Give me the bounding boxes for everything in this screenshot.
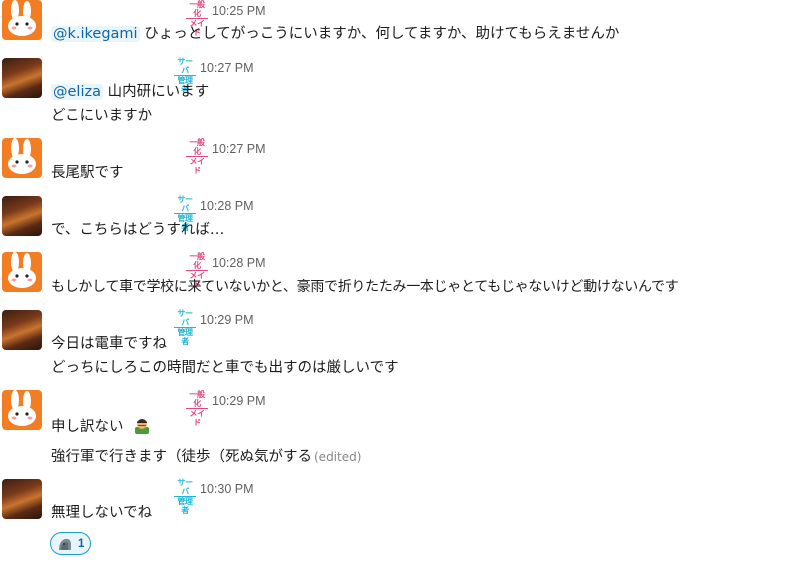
message-text: @k.ikegami ひょっとしてがっこうにいますか、何してますか、助けてもらえ… <box>51 26 620 42</box>
timestamp[interactable]: 10:28 PM <box>200 199 254 213</box>
user-badge[interactable]: サーバ 管理者 <box>174 195 196 232</box>
message-text: @eliza 山内研にいます <box>51 84 210 100</box>
photo-avatar[interactable] <box>2 479 42 519</box>
stone-statue-reaction-icon <box>59 538 71 550</box>
message-text: で、こちらはどうすれば… <box>51 222 225 238</box>
message-text: 長尾駅です <box>51 165 124 181</box>
user-mention[interactable]: @k.ikegami <box>51 26 140 42</box>
rabbit-icon <box>8 252 36 288</box>
user-badge[interactable]: サーバ 管理者 <box>174 478 196 515</box>
message-text: 無理しないでね <box>51 505 153 521</box>
photo-avatar[interactable] <box>2 310 42 350</box>
reaction-pill[interactable]: 1 <box>50 532 92 555</box>
user-badge[interactable]: 一般化 メイド <box>186 138 208 175</box>
timestamp[interactable]: 10:25 PM <box>212 4 266 18</box>
user-badge[interactable]: 一般化 メイド <box>186 0 208 37</box>
user-badge[interactable]: サーバ 管理者 <box>174 57 196 94</box>
user-badge[interactable]: 一般化 メイド <box>186 390 208 427</box>
timestamp[interactable]: 10:29 PM <box>212 394 266 408</box>
message-text: 今日は電車ですね <box>51 336 167 352</box>
edited-label: (edited) <box>314 450 362 464</box>
rabbit-icon <box>8 390 36 426</box>
rabbit-avatar[interactable] <box>2 252 42 292</box>
timestamp[interactable]: 10:27 PM <box>212 142 266 156</box>
timestamp[interactable]: 10:30 PM <box>200 482 254 496</box>
photo-avatar[interactable] <box>2 58 42 98</box>
user-mention[interactable]: @eliza <box>51 84 103 100</box>
reaction-count: 1 <box>78 537 85 550</box>
person-bowing-emoji <box>135 419 150 434</box>
photo-avatar[interactable] <box>2 196 42 236</box>
rabbit-avatar[interactable] <box>2 390 42 430</box>
rabbit-avatar[interactable] <box>2 138 42 178</box>
message-text: 強行軍で行きます（徒歩（死ぬ気がする (edited) <box>51 449 362 465</box>
message-text: 申し訳ない <box>51 415 152 437</box>
timestamp[interactable]: 10:28 PM <box>212 256 266 270</box>
message-text: どこにいますか <box>51 108 153 124</box>
message-text: どっちにしろこの時間だと車でも出すのは厳しいです <box>51 360 399 376</box>
message-text: もしかして車で学校に来ていないかと、豪雨で折りたたみ一本じゃとてもじゃないけど動… <box>51 279 679 295</box>
rabbit-icon <box>8 138 36 174</box>
timestamp[interactable]: 10:27 PM <box>200 61 254 75</box>
timestamp[interactable]: 10:29 PM <box>200 313 254 327</box>
user-badge[interactable]: 一般化 メイド <box>186 252 208 289</box>
user-badge[interactable]: サーバ 管理者 <box>174 309 196 346</box>
rabbit-avatar[interactable] <box>2 0 42 40</box>
rabbit-icon <box>8 0 36 36</box>
